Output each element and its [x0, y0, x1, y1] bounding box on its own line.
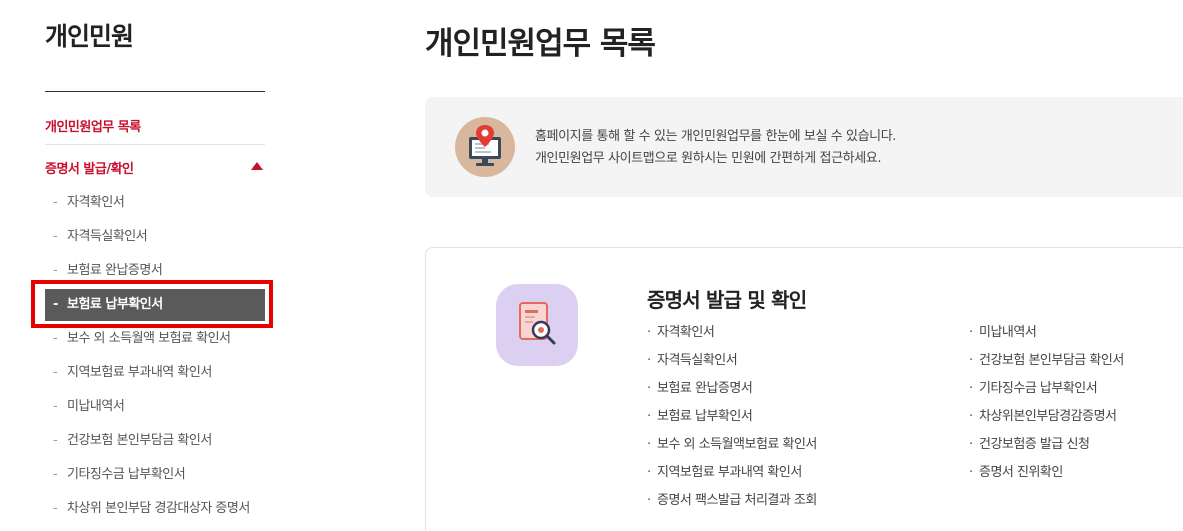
certificate-link-label: 자격확인서: [657, 325, 715, 340]
certificate-link-label: 미납내역서: [979, 325, 1037, 340]
sidebar-subitem-label: 보험료 완납증명서: [67, 263, 163, 278]
selection-highlight-box: [31, 280, 273, 328]
sidebar-subitem[interactable]: - 미납내역서: [45, 390, 265, 424]
certificate-link-label: 보험료 납부확인서: [657, 409, 753, 424]
bullet-icon: ·: [647, 409, 651, 424]
certificate-link-label: 지역보험료 부과내역 확인서: [657, 465, 802, 480]
certificate-link-label: 증명서 진위확인: [979, 465, 1063, 480]
notice-text: 홈페이지를 통해 할 수 있는 개인민원업무를 한눈에 보실 수 있습니다. 개…: [535, 126, 896, 170]
bullet-icon: ·: [969, 437, 973, 452]
caret-up-icon[interactable]: [251, 162, 263, 170]
certificate-link[interactable]: · 보험료 납부확인서: [647, 403, 817, 431]
sidebar-divider: [45, 91, 265, 92]
certificate-link[interactable]: · 건강보험 본인부담금 확인서: [969, 347, 1124, 375]
sidebar-subitem[interactable]: - 건강보험 본인부담금 확인서: [45, 424, 265, 458]
bullet-icon: ·: [969, 325, 973, 340]
bullet-icon: ·: [969, 465, 973, 480]
certificate-link[interactable]: · 미납내역서: [969, 319, 1124, 347]
section-title: 증명서 발급 및 확인: [647, 288, 807, 312]
sidebar-separator: [45, 144, 265, 145]
certificate-link-label: 자격득실확인서: [657, 353, 738, 368]
dash-icon: -: [53, 399, 58, 414]
bullet-icon: ·: [969, 381, 973, 396]
computer-location-pin-icon: [455, 117, 515, 177]
certificate-link-label: 보험료 완납증명서: [657, 381, 753, 396]
notice-line-2: 개인민원업무 사이트맵으로 원하시는 민원에 간편하게 접근하세요.: [535, 151, 882, 166]
certificate-link[interactable]: · 기타징수금 납부확인서: [969, 375, 1124, 403]
certificate-link-label: 보수 외 소득월액보험료 확인서: [657, 437, 817, 452]
sidebar-subitem[interactable]: - 기타징수금 납부확인서: [45, 458, 265, 492]
certificate-section-card: 증명서 발급 및 확인 · 자격확인서 · 자격득실확인서 · 보험료 완납증명서 ·…: [425, 247, 1183, 531]
info-notice: 홈페이지를 통해 할 수 있는 개인민원업무를 한눈에 보실 수 있습니다. 개…: [425, 97, 1183, 197]
bullet-icon: ·: [647, 325, 651, 340]
sidebar-subitem-label: 보수 외 소득월액 보험료 확인서: [67, 331, 231, 346]
sidebar-subitem-label: 차상위 본인부담 경감대상자 증명서: [67, 501, 250, 516]
bullet-icon: ·: [647, 353, 651, 368]
sidebar-subitem-label: 기타징수금 납부확인서: [67, 467, 186, 482]
document-magnifier-icon: [496, 284, 578, 366]
sidebar-menu-certificates[interactable]: 증명서 발급/확인: [45, 158, 265, 177]
certificate-link-label: 건강보험증 발급 신청: [979, 437, 1090, 452]
bullet-icon: ·: [969, 409, 973, 424]
bullet-icon: ·: [969, 353, 973, 368]
dash-icon: -: [53, 229, 58, 244]
dash-icon: -: [53, 433, 58, 448]
certificate-link[interactable]: · 차상위본인부담경감증명서: [969, 403, 1124, 431]
certificate-link[interactable]: · 증명서 진위확인: [969, 459, 1124, 487]
notice-line-1: 홈페이지를 통해 할 수 있는 개인민원업무를 한눈에 보실 수 있습니다.: [535, 129, 897, 144]
certificate-link[interactable]: · 보수 외 소득월액보험료 확인서: [647, 431, 817, 459]
certificate-link-label: 차상위본인부담경감증명서: [979, 409, 1117, 424]
sidebar-subitem[interactable]: - 지역보험료 부과내역 확인서: [45, 356, 265, 390]
page-title: 개인민원업무 목록: [425, 26, 656, 62]
dash-icon: -: [53, 365, 58, 380]
dash-icon: -: [53, 467, 58, 482]
sidebar-subitem-label: 자격확인서: [67, 195, 125, 210]
bullet-icon: ·: [647, 381, 651, 396]
bullet-icon: ·: [647, 465, 651, 480]
sidebar-menu-certificates-label: 증명서 발급/확인: [45, 162, 134, 177]
bullet-icon: ·: [647, 493, 651, 508]
sidebar-title: 개인민원: [45, 22, 134, 51]
dash-icon: -: [53, 501, 58, 516]
sidebar-subitem-label: 미납내역서: [67, 399, 125, 414]
sidebar-submenu: - 자격확인서 - 자격득실확인서 - 보험료 완납증명서 - 보험료 납부확인서 -보…: [45, 186, 265, 526]
sidebar-menu-list[interactable]: 개인민원업무 목록: [45, 116, 141, 135]
certificate-link[interactable]: · 증명서 팩스발급 처리결과 조회: [647, 487, 817, 515]
bullet-icon: ·: [647, 437, 651, 452]
certificate-link[interactable]: · 자격득실확인서: [647, 347, 817, 375]
certificate-link[interactable]: · 보험료 완납증명서: [647, 375, 817, 403]
certificate-link-label: 증명서 팩스발급 처리결과 조회: [657, 493, 817, 508]
certificate-link[interactable]: · 건강보험증 발급 신청: [969, 431, 1124, 459]
sidebar-subitem-label: 건강보험 본인부담금 확인서: [67, 433, 212, 448]
certificate-link-label: 기타징수금 납부확인서: [979, 381, 1098, 396]
certificate-link[interactable]: · 지역보험료 부과내역 확인서: [647, 459, 817, 487]
certificate-list-right: · 미납내역서 · 건강보험 본인부담금 확인서 · 기타징수금 납부확인서 · 차상위…: [969, 319, 1124, 487]
sidebar: 개인민원 개인민원업무 목록 증명서 발급/확인 - 자격확인서 - 자격득실확인서…: [45, 0, 265, 531]
dash-icon: -: [53, 195, 58, 210]
sidebar-subitem[interactable]: - 자격확인서: [45, 186, 265, 220]
sidebar-subitem-label: 자격득실확인서: [67, 229, 148, 244]
certificate-link-label: 건강보험 본인부담금 확인서: [979, 353, 1124, 368]
sidebar-subitem[interactable]: - 자격득실확인서: [45, 220, 265, 254]
certificate-link[interactable]: · 자격확인서: [647, 319, 817, 347]
sidebar-subitem[interactable]: - 차상위 본인부담 경감대상자 증명서: [45, 492, 265, 526]
certificate-list-left: · 자격확인서 · 자격득실확인서 · 보험료 완납증명서 · 보험료 납부확인서 · 보…: [647, 319, 817, 515]
sidebar-subitem-label: 지역보험료 부과내역 확인서: [67, 365, 212, 380]
